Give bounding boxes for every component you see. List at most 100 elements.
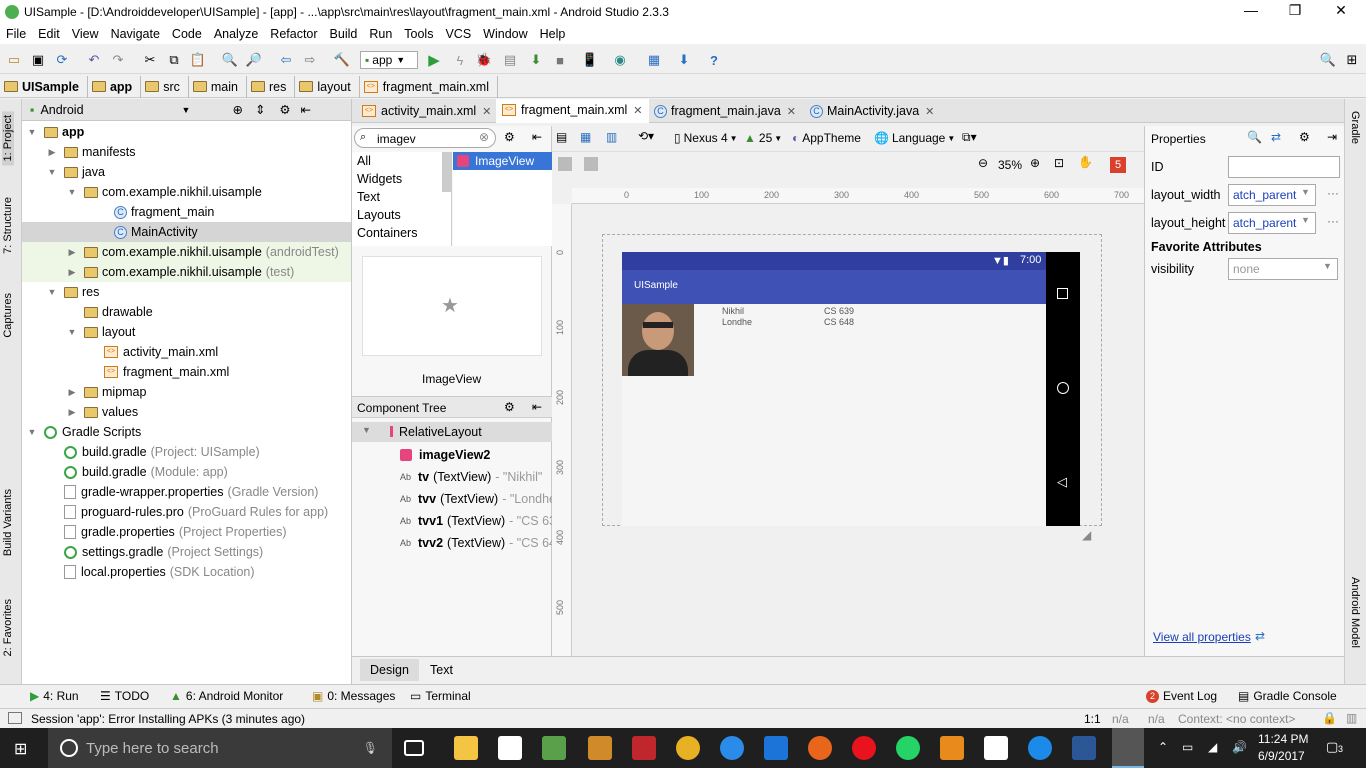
- palette-category[interactable]: Widgets: [352, 170, 451, 188]
- zoom-out-icon[interactable]: ⊖: [978, 156, 988, 170]
- zoom-to-fit-icon[interactable]: ⊡: [1054, 156, 1064, 170]
- palette-search[interactable]: ⌕ imagev ⊗: [354, 128, 496, 148]
- terminal-tool-tab[interactable]: ▭ Terminal: [410, 689, 471, 703]
- favorites-tool-tab[interactable]: 2: Favorites: [2, 599, 14, 656]
- forward-icon[interactable]: ⇨: [302, 52, 318, 68]
- project-tree-item[interactable]: settings.gradle (Project Settings): [22, 542, 351, 562]
- apply-changes-icon[interactable]: ϟ: [452, 52, 468, 68]
- profile-image[interactable]: [622, 304, 694, 376]
- swap-view-icon[interactable]: ⇄: [1271, 130, 1281, 144]
- firefox-icon[interactable]: [808, 736, 832, 760]
- warnings-badge[interactable]: 5: [1110, 157, 1126, 173]
- project-tree-item[interactable]: <> activity_main.xml: [22, 342, 351, 362]
- context-label[interactable]: Context: <no context>: [1178, 712, 1295, 726]
- chrome-icon[interactable]: [676, 736, 700, 760]
- hide-panel-icon[interactable]: ⇤: [532, 130, 542, 144]
- back-icon[interactable]: ⇦: [278, 52, 294, 68]
- menu-run[interactable]: Run: [363, 24, 398, 44]
- open-folder-icon[interactable]: ▭: [6, 52, 22, 68]
- component-tree-item[interactable]: Ab tvv2(TextView)- "CS 648: [352, 532, 552, 554]
- language-select[interactable]: 🌐 Language ▼: [874, 131, 955, 145]
- menu-vcs[interactable]: VCS: [439, 24, 477, 44]
- ie-icon[interactable]: [720, 736, 744, 760]
- project-tree-item[interactable]: ▶ com.example.nikhil.uisample (test): [22, 262, 351, 282]
- search-everywhere-icon[interactable]: 🔍: [1320, 52, 1336, 68]
- file-explorer-icon[interactable]: [454, 736, 478, 760]
- project-tree-item[interactable]: build.gradle (Project: UISample): [22, 442, 351, 462]
- project-tree-item[interactable]: build.gradle (Module: app): [22, 462, 351, 482]
- sublime-icon[interactable]: [588, 736, 612, 760]
- name-last-text[interactable]: Londhe: [722, 317, 752, 327]
- theme-select[interactable]: ◐ AppTheme: [792, 131, 861, 145]
- sync-app-icon[interactable]: [1028, 736, 1052, 760]
- more-icon[interactable]: ···: [1327, 186, 1339, 200]
- split-icon[interactable]: ⊞: [1344, 52, 1360, 68]
- project-view-mode[interactable]: Android: [40, 103, 83, 117]
- breadcrumb-item[interactable]: main: [189, 75, 247, 98]
- profile-icon[interactable]: ▤: [502, 52, 518, 68]
- gear-icon[interactable]: ⚙: [504, 400, 515, 414]
- store-icon[interactable]: [498, 736, 522, 760]
- palette-category[interactable]: All: [352, 152, 451, 170]
- chevron-right-icon[interactable]: ▶: [46, 142, 58, 162]
- project-tree-item[interactable]: gradle.properties (Project Properties): [22, 522, 351, 542]
- encoding[interactable]: n/a: [1148, 712, 1165, 726]
- gradle-sync-icon[interactable]: ◉: [612, 52, 628, 68]
- project-tree-item[interactable]: drawable: [22, 302, 351, 322]
- close-icon[interactable]: ✕: [925, 105, 934, 118]
- project-tree-item[interactable]: ▶ manifests: [22, 142, 351, 162]
- hide-panel-icon[interactable]: ⇤: [301, 102, 311, 117]
- avd-manager-icon[interactable]: 📱: [582, 52, 598, 68]
- gear-icon[interactable]: ⚙: [504, 130, 515, 144]
- battery-icon[interactable]: ▭: [1182, 740, 1193, 754]
- tab-activity-main-xml[interactable]: <> activity_main.xml ✕: [356, 99, 497, 123]
- menu-file[interactable]: File: [0, 24, 32, 44]
- chevron-down-icon[interactable]: ▼: [182, 105, 191, 115]
- component-tree-item[interactable]: Ab tvv1(TextView)- "CS 639: [352, 510, 552, 532]
- tab-main-activity-java[interactable]: C MainActivity.java ✕: [804, 99, 940, 123]
- breadcrumb-item[interactable]: <> fragment_main.xml: [360, 75, 498, 98]
- project-tree-item[interactable]: gradle-wrapper.properties (Gradle Version…: [22, 482, 351, 502]
- course1-text[interactable]: CS 639: [824, 306, 854, 316]
- menu-navigate[interactable]: Navigate: [105, 24, 166, 44]
- api-select[interactable]: ▲ 25 ▼: [744, 131, 782, 145]
- design-view-icon[interactable]: ▤: [556, 130, 567, 144]
- gradle-console-tool-tab[interactable]: ▤ Gradle Console: [1238, 689, 1337, 703]
- filezilla-icon[interactable]: [632, 736, 656, 760]
- tab-design[interactable]: Design: [360, 659, 419, 681]
- sdk-manager-icon[interactable]: ⬇: [676, 52, 692, 68]
- sync-icon[interactable]: ⟳: [54, 52, 70, 68]
- device-select[interactable]: ▯ Nexus 4 ▼: [674, 131, 738, 145]
- pan-hand-icon[interactable]: ✋: [1078, 155, 1093, 169]
- project-tree-item[interactable]: local.properties (SDK Location): [22, 562, 351, 582]
- pan-vertical-icon[interactable]: [584, 157, 598, 171]
- todo-tool-tab[interactable]: ☰ TODO: [100, 689, 149, 703]
- resize-handle-icon[interactable]: ◢: [1082, 528, 1091, 542]
- tree-root-row[interactable]: ▼ RelativeLayout: [352, 422, 552, 442]
- redo-icon[interactable]: ↷: [110, 52, 126, 68]
- palette-item-imageview[interactable]: ImageView: [453, 152, 552, 170]
- project-tree-item[interactable]: proguard-rules.pro (ProGuard Rules for ap…: [22, 502, 351, 522]
- layout-height-select[interactable]: atch_parent ▼: [1228, 212, 1316, 234]
- status-message[interactable]: Session 'app': Error Installing APKs (3 …: [31, 712, 305, 726]
- menu-edit[interactable]: Edit: [32, 24, 66, 44]
- close-window-button[interactable]: ✕: [1318, 2, 1364, 19]
- menu-help[interactable]: Help: [534, 24, 572, 44]
- chevron-right-icon[interactable]: ▶: [66, 262, 78, 282]
- chevron-right-icon[interactable]: ▶: [66, 402, 78, 422]
- project-tree-item[interactable]: Cfragment_main: [22, 202, 351, 222]
- save-icon[interactable]: ▣: [30, 52, 46, 68]
- breadcrumb-item[interactable]: src: [141, 75, 189, 98]
- search-icon[interactable]: 🔍: [1247, 130, 1262, 144]
- menu-view[interactable]: View: [66, 24, 105, 44]
- slack-icon[interactable]: [984, 736, 1008, 760]
- project-tree-item[interactable]: ▶ com.example.nikhil.uisample (androidTest…: [22, 242, 351, 262]
- view-all-properties-link[interactable]: View all properties: [1153, 630, 1251, 644]
- project-tree-item[interactable]: ▶ mipmap: [22, 382, 351, 402]
- cut-icon[interactable]: ✂: [142, 52, 158, 68]
- project-tree-item[interactable]: <> fragment_main.xml: [22, 362, 351, 382]
- task-view-icon[interactable]: [404, 740, 424, 756]
- taskbar-search[interactable]: Type here to search 🎙: [48, 728, 392, 768]
- close-icon[interactable]: ✕: [787, 105, 796, 118]
- hide-panel-icon[interactable]: ⇤: [532, 400, 542, 414]
